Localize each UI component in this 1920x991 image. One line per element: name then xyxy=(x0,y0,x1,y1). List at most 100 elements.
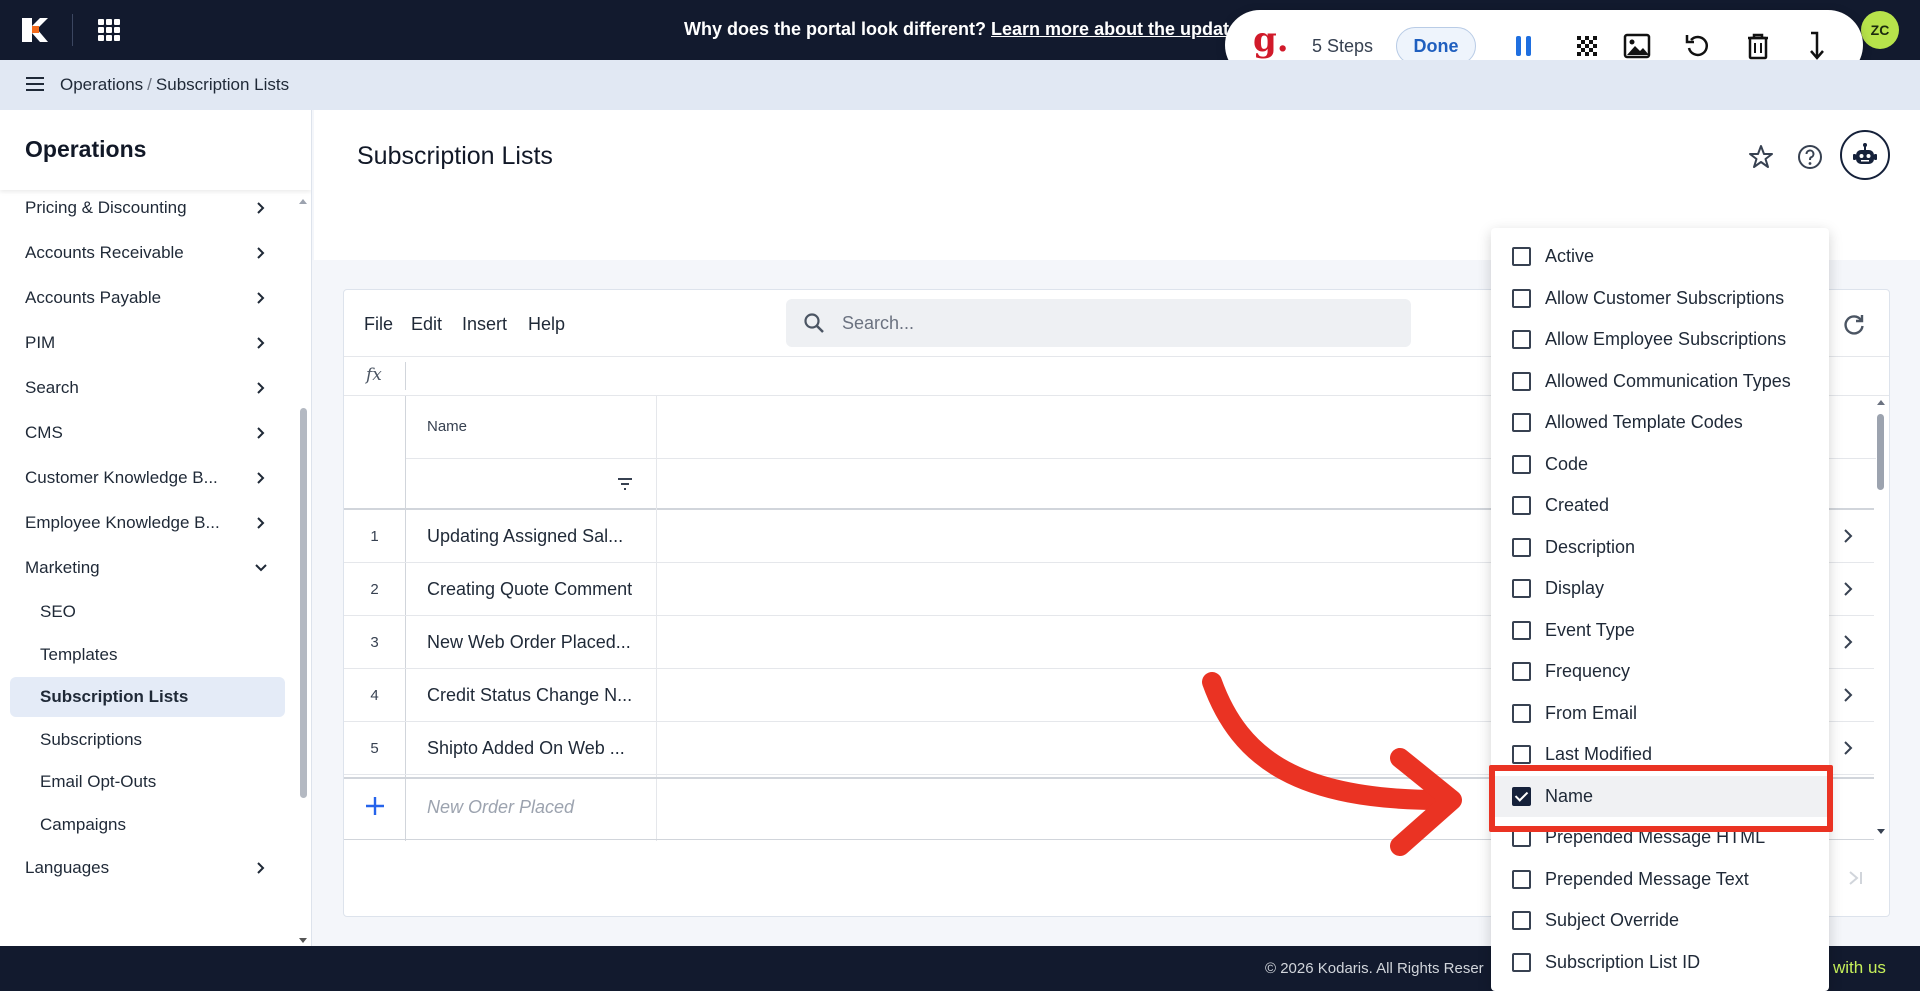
column-option[interactable]: Subject Override xyxy=(1491,900,1829,941)
column-option-checkbox[interactable] xyxy=(1512,537,1531,557)
breadcrumb-item-operations[interactable]: Operations xyxy=(60,75,143,94)
row-open-chevron-icon[interactable] xyxy=(1839,739,1857,757)
row-number: 1 xyxy=(370,528,379,545)
row-name-cell[interactable]: Shipto Added On Web ... xyxy=(427,738,625,759)
row-open-chevron-icon[interactable] xyxy=(1839,527,1857,545)
column-option-checkbox[interactable] xyxy=(1512,620,1531,640)
column-option-checkbox[interactable] xyxy=(1512,330,1531,349)
chevron-right-icon xyxy=(257,862,265,874)
column-option-checkbox[interactable] xyxy=(1512,662,1531,681)
column-option-checkbox[interactable] xyxy=(1512,952,1531,972)
menu-file[interactable]: File xyxy=(364,314,393,335)
row-open-chevron-icon[interactable] xyxy=(1839,580,1857,598)
column-option-checkbox[interactable] xyxy=(1512,745,1531,764)
trash-icon[interactable] xyxy=(1743,31,1773,61)
chevron-right-icon xyxy=(257,382,265,394)
sidebar-scroll-thumb[interactable] xyxy=(300,408,307,798)
column-option[interactable]: Allow Employee Subscriptions xyxy=(1491,319,1829,360)
row-name-cell[interactable]: Updating Assigned Sal... xyxy=(427,526,623,547)
column-option-checkbox[interactable] xyxy=(1512,869,1531,889)
column-option[interactable]: Allowed Template Codes xyxy=(1491,402,1829,443)
refresh-icon[interactable] xyxy=(1841,312,1867,338)
sidebar-item[interactable]: PIM xyxy=(10,323,285,363)
sidebar-item[interactable]: SEO xyxy=(10,592,285,632)
sidebar-item[interactable]: Marketing xyxy=(10,548,285,588)
sidebar-item[interactable]: Accounts Receivable xyxy=(10,233,285,273)
column-option[interactable]: From Email xyxy=(1491,693,1829,734)
sidebar-item-label: Languages xyxy=(25,858,110,877)
annotation-highlight-box xyxy=(1489,765,1833,832)
menu-edit[interactable]: Edit xyxy=(411,314,442,335)
menu-help[interactable]: Help xyxy=(528,314,565,335)
column-option[interactable]: Event Type xyxy=(1491,610,1829,651)
sidebar-item[interactable]: Accounts Payable xyxy=(10,278,285,318)
sidebar-item[interactable]: Search xyxy=(10,368,285,408)
column-option-checkbox[interactable] xyxy=(1512,703,1531,723)
footer-contact-link[interactable]: with us xyxy=(1833,958,1886,978)
row-name-cell[interactable]: New Web Order Placed... xyxy=(427,632,631,653)
menu-hamburger-icon[interactable] xyxy=(26,77,44,91)
step-down-arrow-icon[interactable] xyxy=(1802,31,1832,61)
column-option[interactable]: Active xyxy=(1491,236,1829,277)
column-option-label: Display xyxy=(1545,578,1605,598)
grid-scroll-thumb[interactable] xyxy=(1877,414,1884,490)
sidebar-item[interactable]: Subscription Lists xyxy=(10,677,285,717)
sidebar-item[interactable]: Languages xyxy=(10,848,285,888)
sidebar-item[interactable]: Pricing & Discounting xyxy=(10,188,285,228)
column-option-checkbox[interactable] xyxy=(1512,454,1531,474)
search-input[interactable] xyxy=(842,309,1382,337)
banner-learn-more-link[interactable]: Learn more about the updates xyxy=(991,19,1249,39)
column-option-label: Frequency xyxy=(1545,661,1631,681)
column-option[interactable]: Code xyxy=(1491,444,1829,485)
column-option[interactable]: Allowed Communication Types xyxy=(1491,361,1829,402)
column-option-checkbox[interactable] xyxy=(1512,911,1531,930)
column-option[interactable]: Display xyxy=(1491,568,1829,609)
apps-grid-icon[interactable] xyxy=(98,19,120,41)
chevron-right-icon xyxy=(257,247,265,259)
column-option-checkbox[interactable] xyxy=(1512,579,1531,598)
column-option[interactable]: Frequency xyxy=(1491,651,1829,692)
column-chooser-dropdown: Active Allow Customer Subscriptions Allow … xyxy=(1491,228,1829,991)
menu-insert[interactable]: Insert xyxy=(462,314,507,335)
sidebar-item[interactable]: CMS xyxy=(10,413,285,453)
column-option-label: Allowed Template Codes xyxy=(1545,412,1743,432)
user-avatar[interactable]: ZC xyxy=(1861,11,1899,49)
undo-icon[interactable] xyxy=(1683,31,1713,61)
column-option-label: Allow Employee Subscriptions xyxy=(1545,329,1787,349)
sidebar-item[interactable]: Templates xyxy=(10,635,285,675)
column-option[interactable]: Created xyxy=(1491,485,1829,526)
row-open-chevron-icon[interactable] xyxy=(1839,686,1857,704)
sidebar-item[interactable]: Email Opt-Outs xyxy=(10,762,285,802)
sidebar-item[interactable]: Employee Knowledge B... xyxy=(10,503,285,543)
sidebar-item[interactable]: Subscriptions xyxy=(10,720,285,760)
new-row-input[interactable]: New Order Placed xyxy=(427,797,574,818)
row-open-chevron-icon[interactable] xyxy=(1839,633,1857,651)
column-option[interactable]: Description xyxy=(1491,527,1829,568)
help-icon[interactable] xyxy=(1796,143,1824,171)
sidebar-item[interactable]: Campaigns xyxy=(10,805,285,845)
assistant-bot-button[interactable] xyxy=(1840,130,1890,180)
column-option[interactable]: Subscription List ID xyxy=(1491,942,1829,983)
filter-icon[interactable] xyxy=(616,477,634,491)
sidebar-item-label: PIM xyxy=(25,333,56,352)
favorite-star-icon[interactable] xyxy=(1747,143,1775,171)
last-page-icon[interactable] xyxy=(1846,868,1866,888)
add-row-plus-icon[interactable] xyxy=(363,794,387,818)
column-option-checkbox[interactable] xyxy=(1512,247,1531,266)
column-option[interactable]: Prepended Message Text xyxy=(1491,859,1829,900)
column-option-checkbox[interactable] xyxy=(1512,288,1531,308)
image-icon[interactable] xyxy=(1622,31,1652,61)
column-option-checkbox[interactable] xyxy=(1512,371,1531,391)
column-option[interactable]: Allow Customer Subscriptions xyxy=(1491,278,1829,319)
sidebar-item-label: Subscription Lists xyxy=(40,687,189,706)
sidebar-item[interactable]: Customer Knowledge B... xyxy=(10,458,285,498)
column-option-checkbox[interactable] xyxy=(1512,496,1531,515)
kodaris-logo[interactable] xyxy=(20,16,50,44)
column-option-checkbox[interactable] xyxy=(1512,413,1531,432)
row-name-cell[interactable]: Creating Quote Comment xyxy=(427,579,632,600)
pause-icon[interactable] xyxy=(1509,31,1539,61)
column-option-label: Last Modified xyxy=(1545,744,1653,764)
blur-icon[interactable] xyxy=(1572,31,1602,61)
row-name-cell[interactable]: Credit Status Change N... xyxy=(427,685,632,706)
column-header-name[interactable]: Name xyxy=(427,418,467,435)
